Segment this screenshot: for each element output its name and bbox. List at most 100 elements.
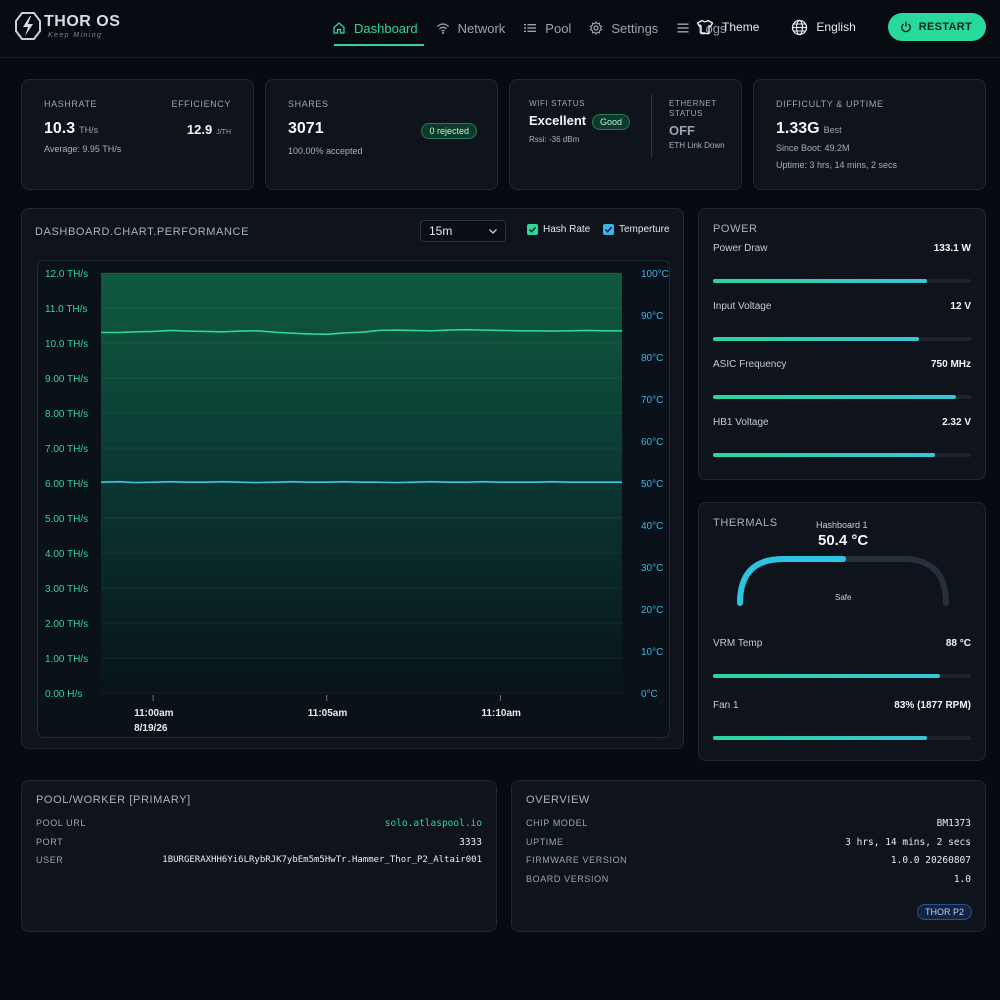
- difficulty-value: 1.33G: [776, 120, 820, 137]
- time-range-select[interactable]: 15m: [420, 220, 506, 242]
- lightning-logo-icon: [15, 12, 41, 40]
- gauge-label: Hashboard 1: [816, 520, 868, 530]
- nav-network[interactable]: Network: [430, 0, 512, 56]
- list-icon: [523, 21, 537, 35]
- thermals-card: THERMALS Hashboard 1 50.4 °C Safe VRM Te…: [698, 502, 986, 761]
- hb1-voltage-row: HB1 Voltage 2.32 V: [713, 417, 971, 457]
- model-badge: THOR P2: [916, 904, 972, 920]
- hashrate-value: 10.3: [44, 120, 76, 137]
- efficiency-value: 12.9: [186, 122, 213, 137]
- brand-logo[interactable]: THOR OS Keep Mining: [14, 10, 124, 46]
- x-tick-label: 11:00am: [134, 708, 174, 719]
- y-right-tick-label: 20°C: [641, 605, 663, 616]
- performance-chart: 0.00 H/s 1.00 TH/s 2.00 TH/s 3.00 TH/s 4.00 …: [37, 260, 670, 738]
- hashrate-card: HASHRATE 10.3 TH/s Average: 9.95 TH/s EFF…: [21, 79, 254, 190]
- ethernet-detail: ETH Link Down: [669, 141, 725, 150]
- wifi-rssi: Rssi: -36 dBm: [529, 135, 580, 144]
- efficiency-value-group: 12.9 J/TH: [187, 122, 231, 137]
- y-left-tick-label: 0.00 H/s: [45, 689, 82, 700]
- input-voltage-bar: [713, 337, 971, 341]
- rejected-badge: 0 rejected: [421, 123, 477, 139]
- y-left-tick-label: 11.0 TH/s: [45, 304, 87, 315]
- y-right-tick-label: 100°C: [641, 269, 669, 280]
- y-left-tick-label: 7.00 TH/s: [45, 444, 88, 455]
- difficulty-best: Best: [823, 125, 842, 135]
- header-controls: Theme English RESTART: [696, 13, 986, 41]
- hashrate-unit: TH/s: [79, 125, 99, 135]
- y-left-tick-label: 3.00 TH/s: [45, 584, 88, 595]
- y-right-tick-label: 40°C: [641, 521, 663, 532]
- wifi-status-value: Excellent: [529, 113, 587, 128]
- y-left-tick-label: 5.00 TH/s: [45, 514, 88, 525]
- shares-card: SHARES 3071 0 rejected 100.00% accepted: [265, 79, 498, 190]
- pool-user-row: USER 1BURGERAXHH6Yi6LRybRJK7ybEm5m5HwTr.…: [36, 855, 482, 865]
- ethernet-status-label: ETHERNET STATUS: [669, 99, 717, 118]
- y-left-tick-label: 9.00 TH/s: [45, 374, 88, 385]
- y-left-tick-label: 4.00 TH/s: [45, 549, 88, 560]
- globe-icon: [791, 19, 808, 36]
- chevron-down-icon: [488, 225, 498, 239]
- uptime-text: Uptime: 3 hrs, 14 mins, 2 secs: [776, 160, 898, 170]
- restart-button[interactable]: RESTART: [887, 13, 986, 41]
- brand-tagline: Keep Mining: [48, 32, 103, 39]
- power-icon: [900, 21, 912, 33]
- overview-card: OVERVIEW CHIP MODEL BM1373 UPTIME 3 hrs,…: [511, 780, 986, 932]
- performance-chart-card: DASHBOARD.CHART.PERFORMANCE 15m Hash Rat…: [21, 208, 684, 749]
- vrm-temp-row: VRM Temp 88 °C: [713, 638, 971, 678]
- nav-dashboard[interactable]: Dashboard: [326, 0, 424, 56]
- y-left-tick-label: 1.00 TH/s: [45, 654, 88, 665]
- power-draw-bar: [713, 279, 971, 283]
- y-right-tick-label: 60°C: [641, 437, 663, 448]
- pool-title: POOL/WORKER [PRIMARY]: [36, 794, 191, 806]
- shares-label: SHARES: [288, 99, 329, 109]
- network-status-card: WIFI STATUS Excellent Good Rssi: -36 dBm…: [509, 79, 742, 190]
- y-right-tick-label: 80°C: [641, 353, 663, 364]
- y-right-tick-label: 70°C: [641, 395, 663, 406]
- nav-pool[interactable]: Pool: [517, 0, 577, 56]
- y-left-tick-label: 8.00 TH/s: [45, 409, 88, 420]
- chip-model-row: CHIP MODEL BM1373: [526, 818, 971, 829]
- hashrate-average: Average: 9.95 TH/s: [44, 144, 122, 154]
- status-divider: [651, 94, 652, 158]
- temperature-line: [100, 480, 622, 484]
- y-right-tick-label: 30°C: [641, 563, 663, 574]
- gauge-value: 50.4 °C: [818, 532, 869, 549]
- input-voltage-row: Input Voltage 12 V: [713, 301, 971, 341]
- pool-url-row: POOL URL solo.atlaspool.io: [36, 818, 482, 829]
- brand-name: THOR OS: [44, 13, 121, 30]
- legend-hash-rate-toggle[interactable]: Hash Rate: [527, 224, 590, 235]
- wifi-quality-badge: Good: [592, 114, 631, 130]
- asic-frequency-row: ASIC Frequency 750 MHz: [713, 359, 971, 399]
- chart-title: DASHBOARD.CHART.PERFORMANCE: [35, 226, 250, 238]
- nav-settings[interactable]: Settings: [583, 0, 664, 56]
- y-right-tick-label: 10°C: [641, 647, 663, 658]
- difficulty-label: DIFFICULTY & UPTIME: [776, 99, 884, 109]
- efficiency-unit: J/TH: [216, 129, 231, 136]
- ethernet-status-value: OFF: [669, 123, 695, 138]
- power-card: POWER Power Draw 133.1 W Input Voltage 1…: [698, 208, 986, 480]
- power-title: POWER: [713, 223, 758, 235]
- hashboard-temp-gauge: [737, 556, 949, 606]
- y-left-tick-label: 12.0 TH/s: [45, 269, 88, 280]
- overview-uptime-row: UPTIME 3 hrs, 14 mins, 2 secs: [526, 837, 971, 848]
- y-right-tick-label: 90°C: [641, 311, 663, 322]
- pool-port-row: PORT 3333: [36, 837, 482, 848]
- power-draw-row: Power Draw 133.1 W: [713, 243, 971, 283]
- language-selector[interactable]: English: [791, 19, 856, 36]
- since-boot: Since Boot: 49.2M: [776, 143, 850, 153]
- difficulty-card: DIFFICULTY & UPTIME 1.33G Best Since Boot…: [753, 79, 986, 190]
- gear-icon: [589, 21, 603, 35]
- y-right-tick-label: 0°C: [641, 689, 658, 700]
- x-tick-label: 11:05am: [308, 708, 348, 719]
- theme-toggle[interactable]: Theme: [696, 19, 759, 35]
- y-left-tick-label: 6.00 TH/s: [45, 479, 88, 490]
- legend-temperature-toggle[interactable]: Temperture: [603, 224, 670, 235]
- firmware-version-row: FIRMWARE VERSION 1.0.0 20260807: [526, 855, 971, 866]
- pool-worker-card: POOL/WORKER [PRIMARY] POOL URL solo.atla…: [21, 780, 497, 932]
- thermals-title: THERMALS: [713, 517, 778, 529]
- pool-url-link[interactable]: solo.atlaspool.io: [385, 818, 482, 829]
- home-icon: [332, 21, 346, 35]
- y-right-tick-label: 50°C: [641, 479, 663, 490]
- hb1-voltage-bar: [713, 453, 971, 457]
- checkbox-checked-icon: [603, 224, 614, 235]
